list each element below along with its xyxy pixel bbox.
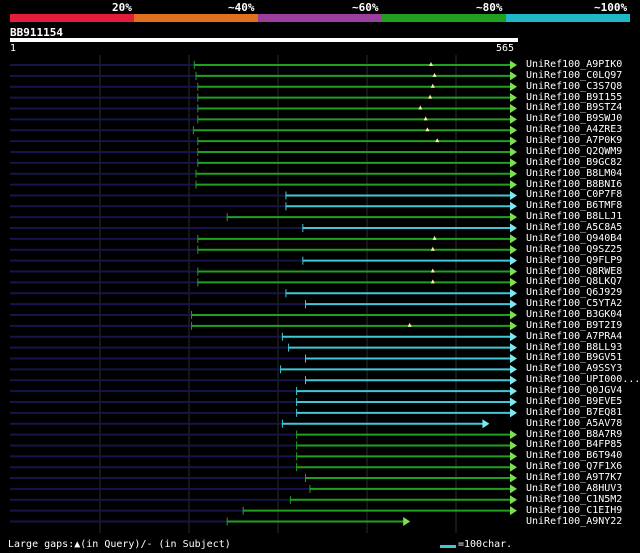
hit-end-arrow-icon	[510, 190, 517, 200]
hit-label[interactable]: UniRef100_C0P7F8	[526, 189, 622, 200]
hit-label[interactable]: UniRef100_C1EIH9	[526, 505, 622, 516]
hit-end-arrow-icon	[510, 277, 517, 287]
hit-label[interactable]: UniRef100_B9SWJ0	[526, 113, 622, 124]
hit-end-arrow-icon	[482, 419, 490, 429]
hit-end-arrow-icon	[510, 288, 517, 298]
hit-label[interactable]: UniRef100_C0LQ97	[526, 70, 622, 81]
hit-label[interactable]: UniRef100_B8LLJ1	[526, 211, 622, 222]
hit-end-arrow-icon	[403, 517, 411, 527]
hit-label[interactable]: UniRef100_B8LL93	[526, 342, 622, 353]
hit-label[interactable]: UniRef100_A4ZRE3	[526, 124, 622, 135]
hit-end-arrow-icon	[510, 299, 517, 309]
hit-end-arrow-icon	[510, 332, 517, 342]
hit-end-arrow-icon	[510, 484, 517, 494]
hit-end-arrow-icon	[510, 93, 517, 103]
hit-end-arrow-icon	[510, 223, 517, 233]
hit-label[interactable]: UniRef100_C1N5M2	[526, 494, 622, 505]
hit-end-arrow-icon	[510, 343, 517, 353]
hit-end-arrow-icon	[510, 375, 517, 385]
hit-end-arrow-icon	[510, 256, 517, 266]
hit-end-arrow-icon	[510, 364, 517, 374]
hit-end-arrow-icon	[510, 125, 517, 135]
hit-end-arrow-icon	[510, 245, 517, 255]
hit-label[interactable]: UniRef100_Q9FLP9	[526, 255, 622, 266]
hit-label[interactable]: UniRef100_Q7F1X6	[526, 461, 622, 472]
hit-label[interactable]: UniRef100_Q8LKQ7	[526, 276, 622, 287]
hit-end-arrow-icon	[510, 234, 517, 244]
hit-label[interactable]: UniRef100_A7P0K9	[526, 135, 622, 146]
hit-label[interactable]: UniRef100_A7PRA4	[526, 331, 622, 342]
hit-label[interactable]: UniRef100_Q8RWE8	[526, 266, 622, 277]
hit-end-arrow-icon	[510, 473, 517, 483]
hit-end-arrow-icon	[510, 430, 517, 440]
hit-label[interactable]: UniRef100_B9STZ4	[526, 102, 622, 113]
hit-end-arrow-icon	[510, 180, 517, 190]
hit-label[interactable]: UniRef100_Q9SZ25	[526, 244, 622, 255]
hit-end-arrow-icon	[510, 397, 517, 407]
hit-end-arrow-icon	[510, 103, 517, 113]
hit-end-arrow-icon	[510, 136, 517, 146]
hit-end-arrow-icon	[510, 201, 517, 211]
hit-label[interactable]: UniRef100_B9I155	[526, 92, 622, 103]
hit-label[interactable]: UniRef100_B6TMF8	[526, 200, 622, 211]
hit-end-arrow-icon	[510, 212, 517, 222]
hit-label[interactable]: UniRef100_B8A7R9	[526, 429, 622, 440]
hit-end-arrow-icon	[510, 462, 517, 472]
hit-end-arrow-icon	[510, 440, 517, 450]
hit-label[interactable]: UniRef100_A5C8A5	[526, 222, 622, 233]
hit-end-arrow-icon	[510, 71, 517, 81]
hit-label[interactable]: UniRef100_B9T2I9	[526, 320, 622, 331]
hit-label[interactable]: UniRef100_C5YTA2	[526, 298, 622, 309]
hit-label[interactable]: UniRef100_B4FP85	[526, 439, 622, 450]
hit-end-arrow-icon	[510, 158, 517, 168]
hit-end-arrow-icon	[510, 267, 517, 277]
hit-label[interactable]: UniRef100_B8LM04	[526, 168, 622, 179]
hit-end-arrow-icon	[510, 386, 517, 396]
hit-end-arrow-icon	[510, 147, 517, 157]
hit-label[interactable]: UniRef100_A9T7K7	[526, 472, 622, 483]
hit-label[interactable]: UniRef100_UPI000...	[526, 374, 640, 385]
scale-key-text: =100char.	[458, 539, 513, 550]
hit-end-arrow-icon	[510, 310, 517, 320]
hit-label[interactable]: UniRef100_Q940B4	[526, 233, 622, 244]
hit-end-arrow-icon	[510, 451, 517, 461]
hit-label[interactable]: UniRef100_A9PIK0	[526, 59, 622, 70]
hit-label[interactable]: UniRef100_B8BNI6	[526, 179, 622, 190]
hit-label[interactable]: UniRef100_B9GV51	[526, 352, 622, 363]
hit-label[interactable]: UniRef100_Q0JGV4	[526, 385, 622, 396]
hit-label[interactable]: UniRef100_B9EVE5	[526, 396, 622, 407]
large-gaps-legend: Large gaps:▲(in Query)/- (in Subject)	[8, 539, 231, 550]
hit-label[interactable]: UniRef100_A5AV78	[526, 418, 622, 429]
hit-end-arrow-icon	[510, 169, 517, 179]
hit-label[interactable]: UniRef100_A8HUV3	[526, 483, 622, 494]
hit-end-arrow-icon	[510, 408, 517, 418]
hit-end-arrow-icon	[510, 114, 517, 124]
hit-end-arrow-icon	[510, 353, 517, 363]
hit-end-arrow-icon	[510, 60, 517, 70]
hit-label[interactable]: UniRef100_C3S7Q8	[526, 81, 622, 92]
hit-label[interactable]: UniRef100_A9NY22	[526, 516, 622, 527]
hit-label[interactable]: UniRef100_Q6J929	[526, 287, 622, 298]
hit-label[interactable]: UniRef100_B7EQ81	[526, 407, 622, 418]
hit-label[interactable]: UniRef100_B3GK04	[526, 309, 622, 320]
hit-label[interactable]: UniRef100_B9GC82	[526, 157, 622, 168]
hit-end-arrow-icon	[510, 321, 517, 331]
hit-end-arrow-icon	[510, 495, 517, 505]
scale-key-line	[440, 545, 456, 548]
hit-label[interactable]: UniRef100_B6T940	[526, 450, 622, 461]
hit-end-arrow-icon	[510, 506, 517, 516]
hit-end-arrow-icon	[510, 82, 517, 92]
hit-label[interactable]: UniRef100_Q2QWM9	[526, 146, 622, 157]
hit-label[interactable]: UniRef100_A9SSY3	[526, 363, 622, 374]
